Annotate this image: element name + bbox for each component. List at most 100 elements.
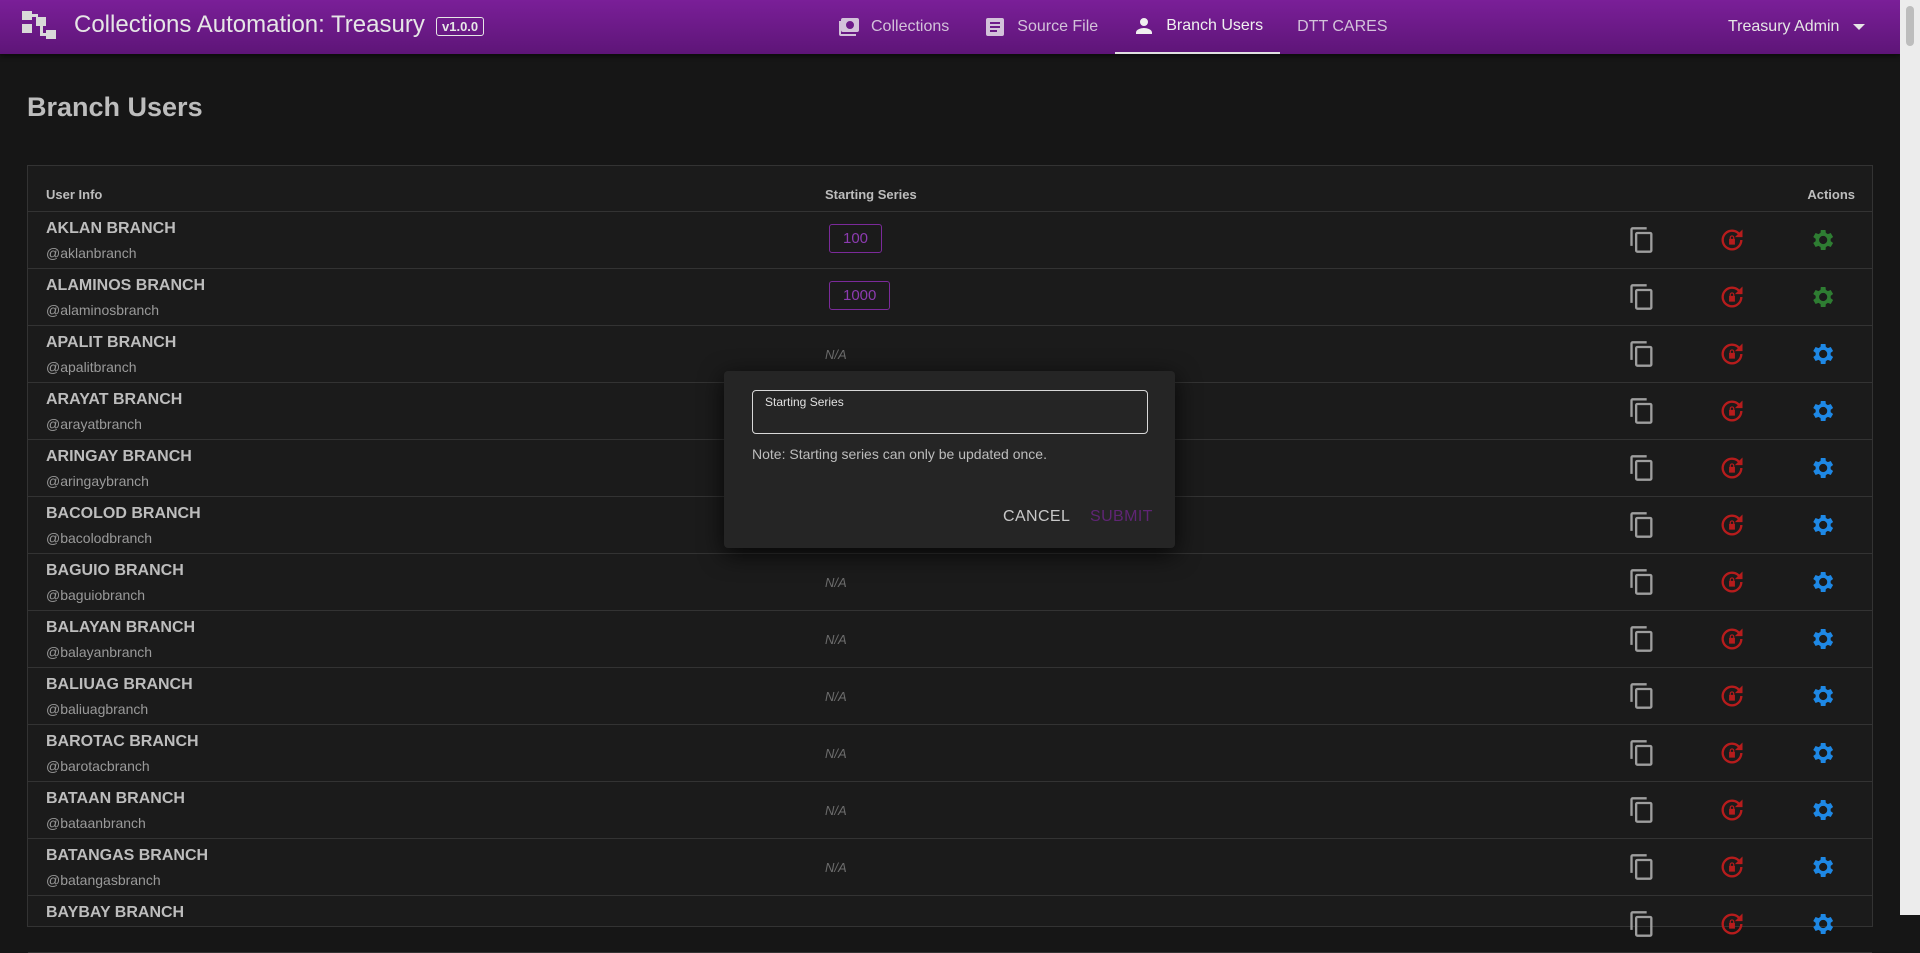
- settings-gear-icon[interactable]: [1808, 568, 1836, 596]
- tab-source-file[interactable]: Source File: [966, 0, 1115, 54]
- table-row: BATANGAS BRANCH @batangasbranch N/A: [28, 839, 1872, 896]
- table-body: AKLAN BRANCH @aklanbranch 100 ALAMINOS BRAN…: [28, 212, 1872, 953]
- person-icon: [1136, 18, 1153, 34]
- settings-gear-icon[interactable]: [1808, 910, 1836, 938]
- table-row: ALAMINOS BRANCH @alaminosbranch 1000: [28, 269, 1872, 326]
- settings-gear-icon[interactable]: [1808, 739, 1836, 767]
- branch-handle: @arayatbranch: [46, 416, 142, 432]
- settings-gear-icon[interactable]: [1808, 283, 1836, 311]
- page-scrollbar[interactable]: [1900, 0, 1920, 915]
- branch-handle: @balayanbranch: [46, 644, 153, 660]
- branch-handle: @barotacbranch: [46, 758, 150, 774]
- submit-button[interactable]: SUBMIT: [1090, 508, 1153, 526]
- settings-gear-icon[interactable]: [1808, 625, 1836, 653]
- tab-collections[interactable]: Collections: [820, 0, 966, 54]
- user-menu[interactable]: Treasury Admin: [1728, 0, 1866, 54]
- settings-gear-icon[interactable]: [1808, 397, 1836, 425]
- table-row: BALIUAG BRANCH @baliuagbranch N/A: [28, 668, 1872, 725]
- copy-icon[interactable]: [1628, 853, 1656, 881]
- settings-gear-icon[interactable]: [1808, 682, 1836, 710]
- tab-dtt-cares[interactable]: DTT CARES: [1280, 0, 1404, 54]
- copy-icon[interactable]: [1628, 568, 1656, 596]
- scrollbar-thumb[interactable]: [1906, 6, 1914, 46]
- reset-password-icon[interactable]: [1718, 340, 1746, 368]
- copy-icon[interactable]: [1628, 910, 1656, 938]
- table-row: BALAYAN BRANCH @balayanbranch N/A: [28, 611, 1872, 668]
- reset-password-icon[interactable]: [1718, 226, 1746, 254]
- table-row: BATAAN BRANCH @bataanbranch N/A: [28, 782, 1872, 839]
- settings-gear-icon[interactable]: [1808, 511, 1836, 539]
- branch-handle: @bacolodbranch: [46, 530, 153, 546]
- table-row: BAGUIO BRANCH @baguiobranch N/A: [28, 554, 1872, 611]
- table-row: BAROTAC BRANCH @barotacbranch N/A: [28, 725, 1872, 782]
- copy-icon[interactable]: [1628, 625, 1656, 653]
- branch-name: BALIUAG BRANCH: [46, 676, 193, 693]
- chevron-down-icon: [1853, 24, 1866, 30]
- starting-series-chip: 1000: [829, 281, 891, 310]
- copy-icon[interactable]: [1628, 682, 1656, 710]
- branch-name: BACOLOD BRANCH: [46, 505, 201, 522]
- reset-password-icon[interactable]: [1718, 511, 1746, 539]
- tab-dtt-cares-label: DTT CARES: [1297, 18, 1388, 35]
- starting-series-input[interactable]: [765, 411, 1139, 431]
- page-title: Branch Users: [27, 92, 203, 122]
- starting-series-label: Starting Series: [765, 395, 844, 409]
- app-logo-icon: [22, 11, 56, 39]
- branch-name: APALIT BRANCH: [46, 334, 177, 351]
- copy-icon[interactable]: [1628, 454, 1656, 482]
- reset-password-icon[interactable]: [1718, 283, 1746, 311]
- copy-icon[interactable]: [1628, 796, 1656, 824]
- tab-collections-label: Collections: [871, 18, 950, 35]
- table-row: AKLAN BRANCH @aklanbranch 100: [28, 212, 1872, 269]
- starting-series-na: N/A: [825, 575, 847, 590]
- reset-password-icon[interactable]: [1718, 796, 1746, 824]
- copy-icon[interactable]: [1628, 283, 1656, 311]
- header-user-info: User Info: [46, 187, 103, 202]
- document-icon: [986, 18, 1005, 36]
- settings-gear-icon[interactable]: [1808, 454, 1836, 482]
- settings-gear-icon[interactable]: [1808, 853, 1836, 881]
- reset-password-icon[interactable]: [1718, 739, 1746, 767]
- branch-name: BAYBAY BRANCH: [46, 904, 185, 921]
- starting-series-chip: 100: [829, 224, 883, 253]
- copy-icon[interactable]: [1628, 340, 1656, 368]
- starting-series-dialog: Starting Series Note: Starting series ca…: [724, 371, 1175, 548]
- copy-icon[interactable]: [1628, 397, 1656, 425]
- version-badge: v1.0.0: [436, 17, 485, 36]
- copy-icon[interactable]: [1628, 226, 1656, 254]
- reset-password-icon[interactable]: [1718, 682, 1746, 710]
- tab-branch-users[interactable]: Branch Users: [1115, 0, 1281, 54]
- cancel-button[interactable]: CANCEL: [1003, 508, 1070, 526]
- starting-series-na: N/A: [825, 347, 847, 362]
- reset-password-icon[interactable]: [1718, 454, 1746, 482]
- header-actions: Actions: [1807, 187, 1855, 202]
- header-starting-series: Starting Series: [825, 187, 917, 202]
- branch-name: BAROTAC BRANCH: [46, 733, 199, 750]
- branch-name: ALAMINOS BRANCH: [46, 277, 206, 294]
- reset-password-icon[interactable]: [1718, 568, 1746, 596]
- branch-handle: @alaminosbranch: [46, 302, 160, 318]
- tab-branch-users-label: Branch Users: [1166, 17, 1264, 34]
- reset-password-icon[interactable]: [1718, 853, 1746, 881]
- tab-source-file-label: Source File: [1017, 18, 1099, 35]
- branch-name: BALAYAN BRANCH: [46, 619, 196, 636]
- branch-name: BATANGAS BRANCH: [46, 847, 209, 864]
- copy-icon[interactable]: [1628, 511, 1656, 539]
- reset-password-icon[interactable]: [1718, 625, 1746, 653]
- main-nav: Collections Source File Branch Users DTT…: [820, 0, 1405, 54]
- branch-name: ARINGAY BRANCH: [46, 448, 192, 465]
- table-row: BAYBAY BRANCH: [28, 896, 1872, 953]
- settings-gear-icon[interactable]: [1808, 340, 1836, 368]
- branch-name: BATAAN BRANCH: [46, 790, 185, 807]
- settings-gear-icon[interactable]: [1808, 226, 1836, 254]
- collections-icon: [839, 18, 859, 36]
- copy-icon[interactable]: [1628, 739, 1656, 767]
- starting-series-field[interactable]: Starting Series: [752, 390, 1148, 434]
- settings-gear-icon[interactable]: [1808, 796, 1836, 824]
- branch-name: ARAYAT BRANCH: [46, 391, 183, 408]
- app-title: Collections Automation: Treasury: [74, 11, 425, 38]
- reset-password-icon[interactable]: [1718, 910, 1746, 938]
- dialog-note: Note: Starting series can only be update…: [752, 446, 1047, 462]
- table-header: User Info Starting Series Actions: [28, 166, 1872, 212]
- reset-password-icon[interactable]: [1718, 397, 1746, 425]
